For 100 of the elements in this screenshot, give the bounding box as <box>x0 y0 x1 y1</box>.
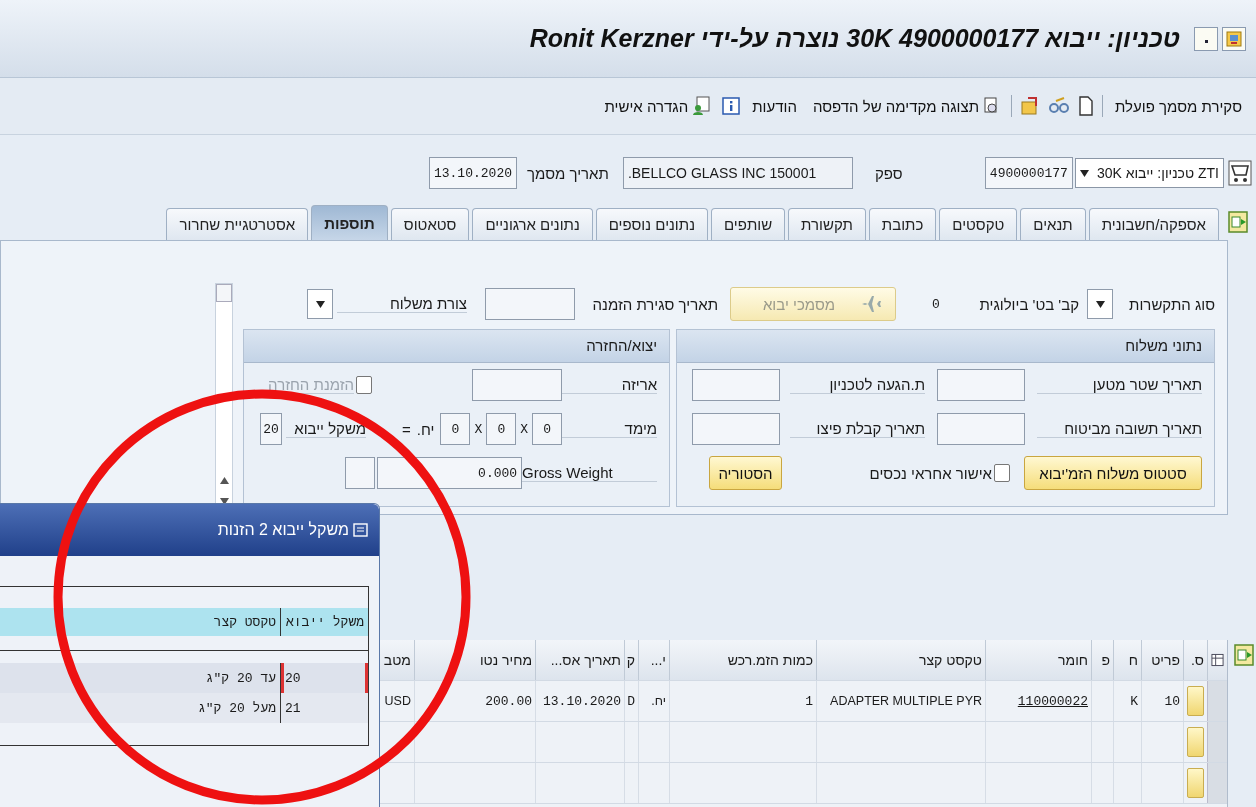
column-header[interactable]: ס. <box>1183 640 1207 680</box>
shipping-form-label: צורת משלוח <box>337 295 467 313</box>
column-header[interactable]: חומר <box>985 640 1091 680</box>
table-cell: 200.00 <box>485 693 532 709</box>
table-cell: מעל 20 ק"ג <box>197 700 276 716</box>
gross-weight-field[interactable]: 0.000 <box>377 457 523 489</box>
dimension-field[interactable]: 0 <box>440 413 471 445</box>
layout-icon[interactable] <box>1234 644 1254 666</box>
field-label: ת.הגעה לטכניון <box>790 376 925 394</box>
layout-icon[interactable] <box>1228 210 1248 233</box>
table-cell: D <box>627 693 635 709</box>
scrollbar[interactable] <box>215 283 233 506</box>
table-cell: K <box>1130 693 1138 709</box>
field-label: תאריך תשובה מביטוח <box>1037 420 1202 438</box>
personal-setting-button[interactable]: הגדרה אישית <box>600 94 715 118</box>
column-header[interactable]: טקסט קצר <box>0 608 280 636</box>
tab[interactable]: סטאטוס <box>390 208 470 240</box>
cart-icon[interactable] <box>1228 160 1252 186</box>
date-field[interactable] <box>937 413 1025 445</box>
table-cell: 10 <box>1164 693 1180 709</box>
table-cell: 13.10.2020 <box>543 693 621 709</box>
document-date-label: תאריך מסמך <box>527 164 609 182</box>
print-preview-button[interactable]: תצוגה מקדימה של הדפסה <box>808 95 1004 117</box>
closing-date-field[interactable] <box>485 288 575 320</box>
column-header[interactable]: משקל ייבוא <box>280 608 368 636</box>
caret-icon <box>1095 300 1105 308</box>
return-order-label: הזמנת החזרה <box>268 376 355 394</box>
window-menu-icon[interactable] <box>1194 26 1218 51</box>
status-icon[interactable] <box>1187 768 1204 798</box>
tab[interactable]: נתונים ארגוניים <box>472 208 593 240</box>
page-icon[interactable] <box>1078 96 1095 116</box>
date-field[interactable] <box>937 369 1025 401</box>
airplane-icon <box>861 293 883 315</box>
scroll-up-icon[interactable] <box>219 477 229 484</box>
asset-approval-label: אישור אחראי נכסים <box>869 464 992 482</box>
column-header[interactable]: פ <box>1091 640 1113 680</box>
caret-icon <box>1079 169 1089 177</box>
table-cell: 20 <box>285 670 301 686</box>
tab[interactable]: תוספות <box>311 205 388 240</box>
column-header[interactable]: ח <box>1113 640 1141 680</box>
contract-type-dropdown[interactable] <box>1087 289 1113 319</box>
field-label: תאריך קבלת פיצו <box>790 420 925 438</box>
column-header[interactable]: ק <box>624 640 638 680</box>
vendor-field[interactable]: .BELLCO GLASS INC 150001 <box>622 157 853 189</box>
document-overview-button[interactable]: סקירת מסמך פועלת <box>1111 95 1246 117</box>
column-header[interactable]: טקסט קצר <box>816 640 985 680</box>
group-title: יצוא/החזרה <box>244 330 670 363</box>
checkbox[interactable] <box>994 464 1010 482</box>
table-cell: 1 <box>805 693 813 709</box>
scroll-handle[interactable] <box>216 284 232 302</box>
dimension-field[interactable]: 0 <box>532 413 563 445</box>
columns-icon[interactable] <box>1207 640 1227 680</box>
material-link[interactable]: 110000022 <box>1017 693 1088 709</box>
column-header[interactable]: פריט <box>1141 640 1183 680</box>
tab[interactable]: טקסטים <box>939 208 1018 240</box>
column-header[interactable]: כמות הזמ.רכש <box>669 640 816 680</box>
messages-button[interactable]: הודעות <box>748 95 801 117</box>
bio-category-label: קב' בט' ביולוגית <box>978 295 1079 313</box>
import-weight-field[interactable]: 20 <box>260 413 283 445</box>
weight-unit-field[interactable] <box>345 457 376 489</box>
shipment-status-button[interactable]: סטטוס משלוח הזמ'יבוא <box>1024 456 1202 490</box>
tab[interactable]: תקשורת <box>788 208 866 240</box>
count-value: 0 <box>931 296 941 312</box>
document-number-field[interactable]: 4900000177 <box>984 157 1073 189</box>
popup-menu-icon[interactable] <box>353 522 369 538</box>
shipping-form-dropdown[interactable] <box>307 289 333 319</box>
table-cell: 21 <box>285 700 301 716</box>
column-header[interactable]: מחיר נטו <box>414 640 535 680</box>
table-cell: יח. <box>651 694 666 708</box>
dimension-field[interactable]: 0 <box>486 413 517 445</box>
times-sign: X <box>520 421 529 437</box>
window-title: טכניון: ייבוא 30K 4900000177 נוצרה על-ידי Ronit Kerzner <box>529 24 1180 53</box>
status-icon[interactable] <box>1187 727 1204 757</box>
glasses-icon[interactable] <box>1048 97 1071 115</box>
field-label: תאריך שטר מטען <box>1037 376 1202 394</box>
table-cell: USD <box>384 694 411 708</box>
date-field[interactable] <box>692 369 780 401</box>
status-icon[interactable] <box>1187 686 1204 716</box>
equals-sign: = <box>402 420 411 438</box>
print-preview-icon <box>983 97 1000 115</box>
tab[interactable]: שותפים <box>710 208 786 240</box>
tab[interactable]: אספקה/חשבונית <box>1088 208 1219 240</box>
history-button[interactable]: הסטוריה <box>709 456 782 490</box>
import-weight-label: משקל ייבוא <box>286 420 367 438</box>
tab[interactable]: אסטרטגיית שחרור <box>166 208 309 240</box>
popup-title: משקל ייבוא 2 הזנות <box>217 521 349 539</box>
tab[interactable]: תנאים <box>1020 208 1086 240</box>
caret-icon <box>315 300 325 308</box>
tab[interactable]: נתונים נוספים <box>595 208 708 240</box>
packaging-field[interactable] <box>472 369 563 401</box>
info-icon[interactable] <box>722 97 741 115</box>
column-header[interactable]: תאריך אס... <box>535 640 624 680</box>
vendor-label: ספק <box>873 164 904 182</box>
document-date-field[interactable]: 13.10.2020 <box>429 157 517 189</box>
contract-type-label: סוג התקשרות <box>1128 295 1215 313</box>
date-field[interactable] <box>692 413 780 445</box>
column-header[interactable]: י... <box>638 640 669 680</box>
app-icon[interactable] <box>1222 26 1246 51</box>
document-type-dropdown[interactable]: ZTI טכניון: ייבוא 30K <box>1074 158 1224 188</box>
tab[interactable]: כתובת <box>868 208 937 240</box>
